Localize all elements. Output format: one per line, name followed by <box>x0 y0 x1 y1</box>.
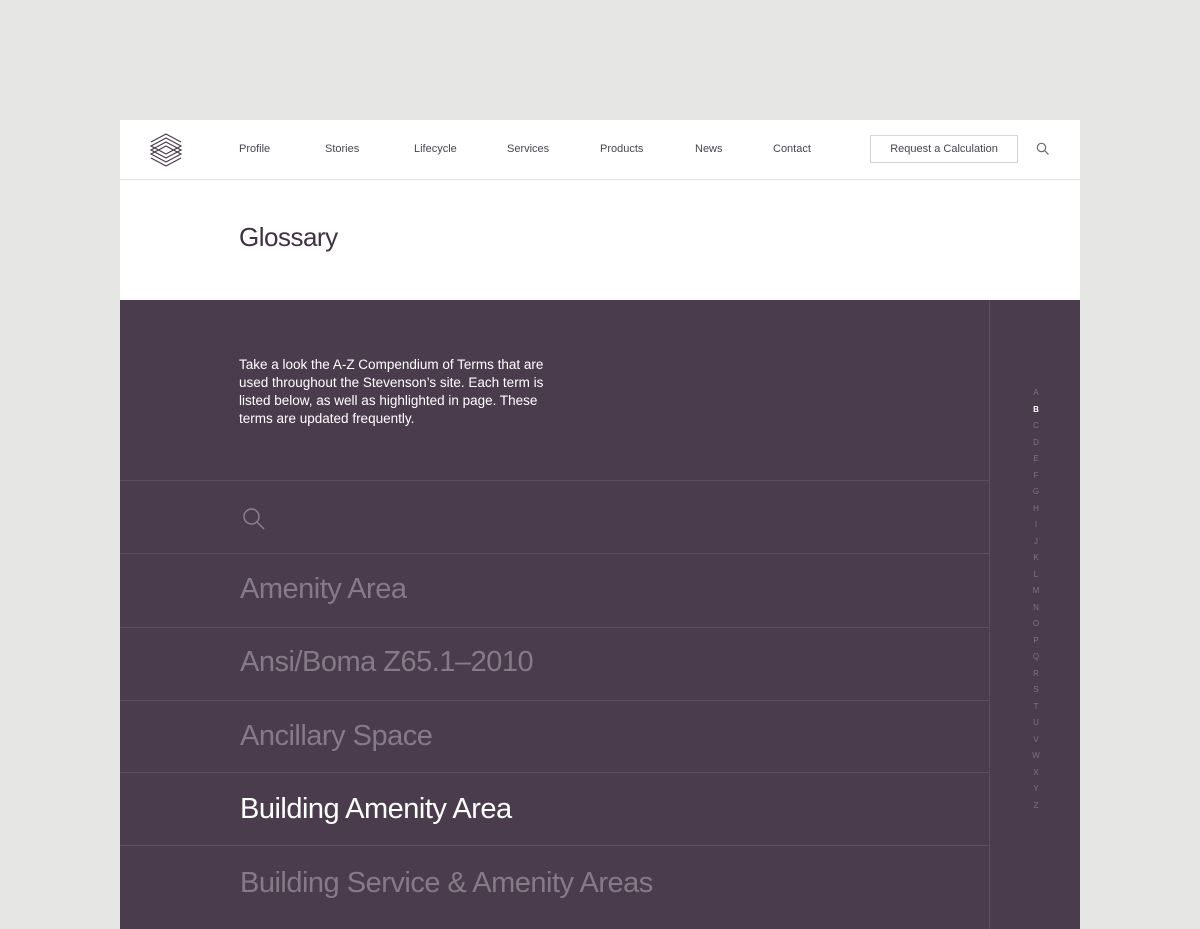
nav-contact[interactable]: Contact <box>773 143 811 155</box>
alphabet-letter-j[interactable]: J <box>1034 534 1038 551</box>
page-frame: Profile Stories Lifecycle Services Produ… <box>120 120 1080 929</box>
alphabet-letter-b[interactable]: B <box>1033 402 1039 419</box>
divider <box>120 772 989 773</box>
glossary-term-ansi-boma[interactable]: Ansi/Boma Z65.1–2010 <box>240 646 534 679</box>
nav-profile[interactable]: Profile <box>239 143 270 155</box>
alphabet-letter-r[interactable]: R <box>1033 666 1039 683</box>
nav-stories[interactable]: Stories <box>325 143 359 155</box>
alphabet-letter-f[interactable]: F <box>1034 468 1039 485</box>
glossary-search-icon <box>243 508 265 530</box>
alphabet-letter-q[interactable]: Q <box>1033 649 1039 666</box>
glossary-term-building-amenity-area[interactable]: Building Amenity Area <box>240 793 512 826</box>
alphabet-letter-c[interactable]: C <box>1033 418 1039 435</box>
site-header: Profile Stories Lifecycle Services Produ… <box>120 120 1080 180</box>
alphabet-letter-u[interactable]: U <box>1033 715 1039 732</box>
glossary-intro: Take a look the A-Z Compendium of Terms … <box>239 357 544 426</box>
alphabet-letter-i[interactable]: I <box>1035 517 1037 534</box>
alphabet-letter-p[interactable]: P <box>1033 633 1038 650</box>
alphabet-letter-n[interactable]: N <box>1033 600 1039 617</box>
alphabet-letter-o[interactable]: O <box>1033 616 1039 633</box>
page-title: Glossary <box>239 222 338 252</box>
request-calculation-button[interactable]: Request a Calculation <box>870 135 1018 163</box>
alphabet-letter-y[interactable]: Y <box>1033 781 1038 798</box>
divider <box>120 700 989 701</box>
alphabet-index: ABCDEFGHIJKLMNOPQRSTUVWXYZ <box>1030 385 1042 814</box>
glossary-term-ancillary-space[interactable]: Ancillary Space <box>240 720 433 753</box>
alphabet-letter-v[interactable]: V <box>1033 732 1038 749</box>
nav-news[interactable]: News <box>695 143 723 155</box>
divider <box>120 553 989 554</box>
alphabet-letter-e[interactable]: E <box>1033 451 1038 468</box>
alphabet-letter-s[interactable]: S <box>1033 682 1038 699</box>
divider <box>120 480 989 481</box>
nav-lifecycle[interactable]: Lifecycle <box>414 143 457 155</box>
alphabet-letter-m[interactable]: M <box>1033 583 1040 600</box>
sidebar-divider <box>989 300 990 929</box>
divider <box>120 627 989 628</box>
search-icon[interactable] <box>1036 142 1050 156</box>
nav-services[interactable]: Services <box>507 143 549 155</box>
alphabet-letter-w[interactable]: W <box>1032 748 1040 765</box>
nav-products[interactable]: Products <box>600 143 643 155</box>
glossary-term-building-service-amenity-areas[interactable]: Building Service & Amenity Areas <box>240 867 653 900</box>
glossary-term-amenity-area[interactable]: Amenity Area <box>240 573 407 606</box>
glossary-search-input[interactable] <box>280 501 964 537</box>
divider <box>120 845 989 846</box>
glossary-panel: Take a look the A-Z Compendium of Terms … <box>120 300 1080 929</box>
alphabet-letter-h[interactable]: H <box>1033 501 1039 518</box>
alphabet-letter-d[interactable]: D <box>1033 435 1039 452</box>
alphabet-letter-t[interactable]: T <box>1034 699 1039 716</box>
logo-icon[interactable] <box>149 132 183 168</box>
alphabet-letter-a[interactable]: A <box>1033 385 1038 402</box>
alphabet-letter-z[interactable]: Z <box>1034 798 1039 815</box>
alphabet-letter-x[interactable]: X <box>1033 765 1038 782</box>
alphabet-letter-k[interactable]: K <box>1033 550 1038 567</box>
alphabet-letter-g[interactable]: G <box>1033 484 1039 501</box>
alphabet-letter-l[interactable]: L <box>1034 567 1038 584</box>
